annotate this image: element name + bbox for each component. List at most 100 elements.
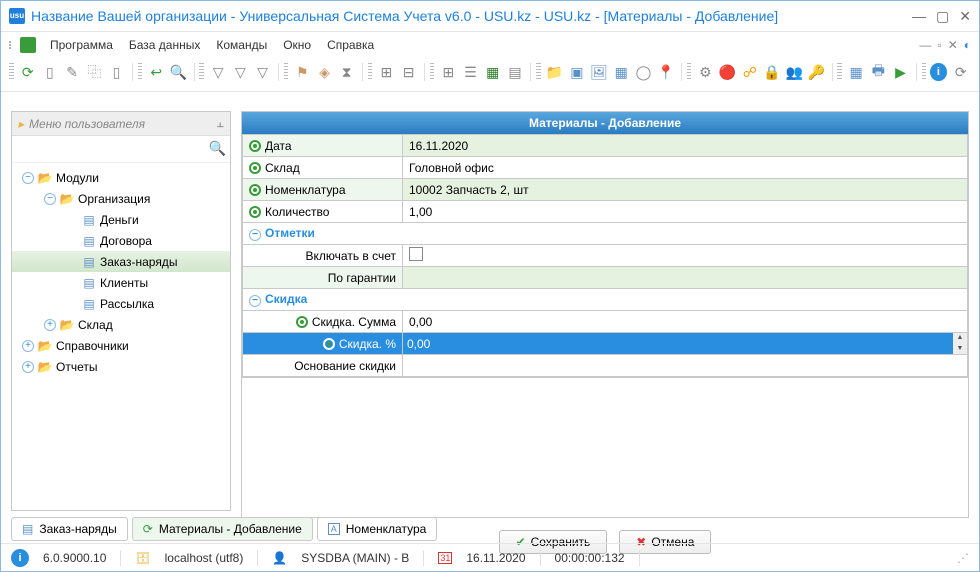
tb-tree-icon[interactable]: ⊞ (438, 61, 458, 83)
checkbox-warranty[interactable] (403, 267, 968, 289)
tb-info-icon[interactable]: i (930, 63, 947, 81)
menu-commands[interactable]: Команды (208, 38, 275, 52)
tb-folder-icon[interactable]: 📁 (545, 61, 565, 83)
tree-folder[interactable]: +📂Склад (12, 314, 230, 335)
tree-item[interactable]: +▤Договора (12, 230, 230, 251)
tb-map-icon[interactable]: ▦ (611, 61, 631, 83)
menu-help[interactable]: Справка (319, 38, 382, 52)
value-warehouse[interactable]: Головной офис (403, 157, 968, 179)
tb-pin-icon[interactable]: 📍 (656, 61, 676, 83)
tb-gear-icon[interactable]: ⚙ (695, 61, 715, 83)
tb-delete-icon[interactable]: ▯ (106, 61, 126, 83)
mdi-minimize-icon[interactable]: — (919, 38, 931, 52)
tb-nav1-icon[interactable]: ⊞ (376, 61, 396, 83)
tb-image-icon[interactable]: 🖼 (589, 61, 609, 83)
tb-end-icon[interactable]: ⟳ (951, 61, 971, 83)
close-button[interactable]: ✕ (959, 8, 971, 25)
status-info-icon[interactable]: i (11, 549, 29, 567)
tb-group-icon[interactable]: ☰ (460, 61, 480, 83)
label-date: Дата (265, 139, 292, 153)
menu-bar: Программа База данных Команды Окно Справ… (1, 31, 979, 57)
mdi-restore-icon[interactable]: ▫ (937, 38, 941, 52)
value-nomenclature[interactable]: 10002 Запчасть 2, шт (403, 179, 968, 201)
tree: −📂Модули−📂Организация+▤Деньги+▤Договора+… (12, 163, 230, 510)
menu-database[interactable]: База данных (121, 38, 208, 52)
tb-back-icon[interactable]: ↩ (146, 61, 166, 83)
tree-label: Деньги (100, 213, 139, 227)
value-discount-basis[interactable] (403, 355, 968, 377)
tree-label: Заказ-наряды (100, 255, 177, 269)
tree-label: Организация (78, 192, 150, 206)
mdi-help-icon[interactable]: ◐ (964, 38, 971, 52)
item-icon: ▤ (81, 213, 97, 227)
tb-play-icon[interactable]: ▶ (890, 61, 910, 83)
tb-rss-icon[interactable]: ☍ (740, 61, 760, 83)
tb-print-icon[interactable]: 🖶 (868, 61, 888, 83)
discount-percent-input[interactable] (403, 335, 951, 353)
tab-nomenclature[interactable]: АНоменклатура (317, 517, 438, 541)
tb-tag-icon[interactable]: ◈ (314, 61, 334, 83)
spinner-down-icon[interactable]: ▼ (953, 344, 967, 355)
label-warehouse: Склад (265, 161, 300, 175)
tree-item[interactable]: +▤Деньги (12, 209, 230, 230)
tab-orders[interactable]: ▤Заказ-наряды (11, 517, 128, 541)
tree-item[interactable]: +▤Клиенты (12, 272, 230, 293)
value-quantity[interactable]: 1,00 (403, 201, 968, 223)
tb-copy-icon[interactable]: ⿻ (84, 61, 104, 83)
tb-key-icon[interactable]: 🔑 (806, 61, 826, 83)
tb-nav2-icon[interactable]: ⊟ (399, 61, 419, 83)
label-discount-percent: Скидка. % (339, 337, 396, 351)
pin-icon[interactable]: ⫠ (217, 116, 224, 131)
required-icon (249, 140, 261, 152)
tb-filter-clear-icon[interactable]: ▽ (252, 61, 272, 83)
tb-window-icon[interactable]: ▣ (567, 61, 587, 83)
tb-filter-icon[interactable]: ▽ (208, 61, 228, 83)
item-icon: ▤ (81, 255, 97, 269)
status-version: 6.0.9000.10 (43, 551, 106, 565)
menu-program[interactable]: Программа (42, 38, 121, 52)
tb-flag-icon[interactable]: ⚑ (292, 61, 312, 83)
mdi-close-icon[interactable]: ✕ (948, 38, 958, 52)
maximize-button[interactable]: ▢ (936, 8, 949, 25)
required-icon (323, 338, 335, 350)
item-icon: ▤ (81, 276, 97, 290)
required-icon (296, 316, 308, 328)
tree-folder[interactable]: +📂Отчеты (12, 356, 230, 377)
tb-color-icon[interactable]: 🔴 (717, 61, 737, 83)
checkbox-include-bill[interactable] (403, 245, 968, 267)
tb-history-icon[interactable]: ⧗ (337, 61, 357, 83)
tree-item[interactable]: +▤Рассылка (12, 293, 230, 314)
minimize-button[interactable]: — (912, 8, 926, 25)
tb-users-icon[interactable]: 👥 (784, 61, 804, 83)
search-icon[interactable]: 🔍 (209, 140, 226, 158)
tb-lock-icon[interactable]: 🔒 (762, 61, 782, 83)
section-marks[interactable]: −Отметки (243, 223, 968, 245)
program-icon (20, 37, 36, 53)
label-discount-basis: Основание скидки (243, 355, 403, 377)
value-discount-percent[interactable]: ▲▼ (403, 333, 968, 355)
value-date[interactable]: 16.11.2020 (403, 135, 968, 157)
tb-search-icon[interactable]: 🔍 (168, 61, 188, 83)
resize-grip-icon[interactable]: ⋰ (957, 551, 969, 565)
tree-item[interactable]: +▤Заказ-наряды (12, 251, 230, 272)
tree-folder[interactable]: +📂Справочники (12, 335, 230, 356)
tb-calc-icon[interactable]: ◯ (633, 61, 653, 83)
tb-calendar-icon[interactable]: ▦ (846, 61, 866, 83)
toolbar-area: ⟳ ▯ ✎ ⿻ ▯ ↩ 🔍 ▽ ▽ ▽ ⚑ ◈ ⧗ ⊞ ⊟ ⊞ ☰ ▦ ▤ 📁 … (1, 57, 979, 92)
tb-filter2-icon[interactable]: ▽ (230, 61, 250, 83)
tb-export-icon[interactable]: ▤ (505, 61, 525, 83)
value-discount-sum[interactable]: 0,00 (403, 311, 968, 333)
spinner-up-icon[interactable]: ▲ (953, 333, 967, 344)
tree-label: Отчеты (56, 360, 97, 374)
search-input[interactable] (16, 140, 209, 158)
tree-folder[interactable]: −📂Организация (12, 188, 230, 209)
section-discount[interactable]: −Скидка (243, 289, 968, 311)
label-include-bill: Включать в счет (243, 245, 403, 267)
tb-new-icon[interactable]: ▯ (40, 61, 60, 83)
tree-folder[interactable]: −📂Модули (12, 167, 230, 188)
tb-excel-icon[interactable]: ▦ (483, 61, 503, 83)
tab-materials-add[interactable]: ⟳Материалы - Добавление (132, 517, 313, 541)
tb-refresh-icon[interactable]: ⟳ (18, 61, 38, 83)
tb-edit-icon[interactable]: ✎ (62, 61, 82, 83)
menu-window[interactable]: Окно (275, 38, 319, 52)
